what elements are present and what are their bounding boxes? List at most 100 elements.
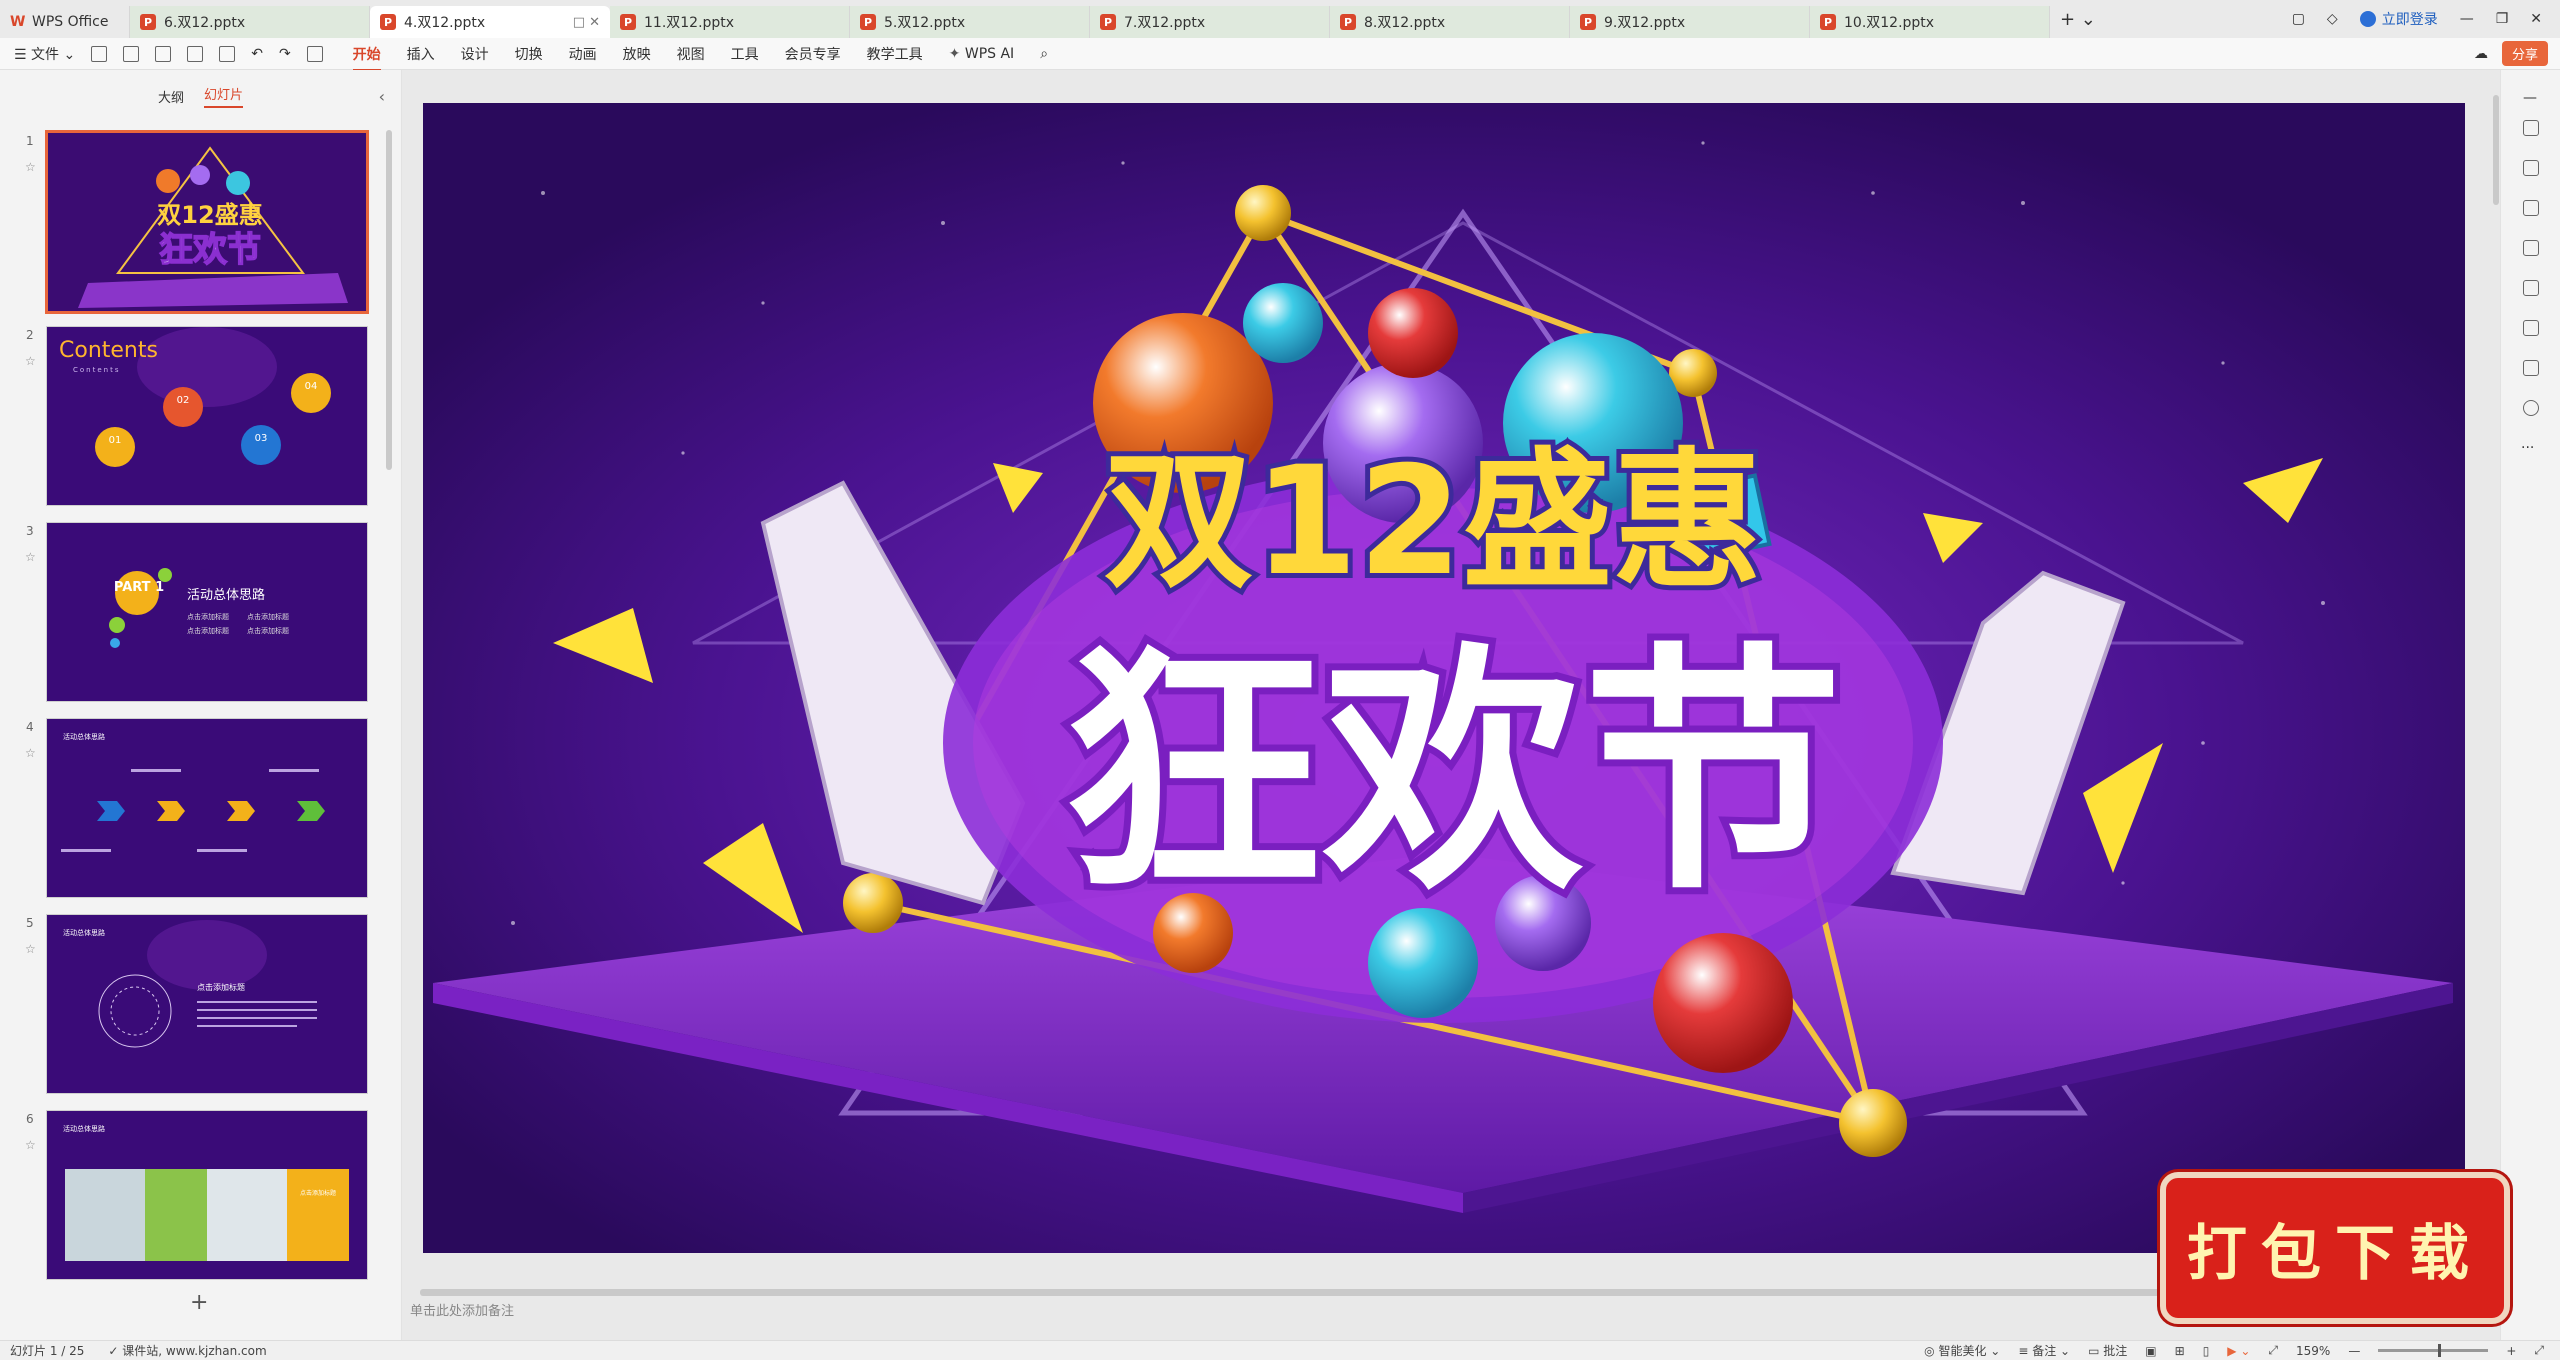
tab-doc-7[interactable]: P 10.双12.pptx <box>1810 6 2050 38</box>
comment-label: 批注 <box>2103 1344 2128 1358</box>
canvas-vscrollbar[interactable] <box>2493 95 2499 205</box>
copy-icon[interactable] <box>2523 200 2539 216</box>
slide-thumb-row[interactable]: 5 ☆ 活动总体思路 点击添加标题 <box>0 914 402 1094</box>
panel-scrollbar[interactable] <box>386 130 392 470</box>
print-icon[interactable] <box>187 45 204 62</box>
minimize-panel-icon[interactable]: — <box>2523 90 2537 106</box>
slide-thumbnail[interactable]: 双12盛惠 狂欢节 <box>45 130 369 314</box>
cube-icon[interactable]: ◇ <box>2327 11 2338 27</box>
notes-button[interactable]: ≡ 备注 ⌄ <box>2018 1342 2070 1359</box>
undo-icon[interactable]: ↶ <box>251 46 263 62</box>
file-label: 文件 <box>31 46 60 63</box>
canvas-hscrollbar[interactable] <box>420 1289 2160 1296</box>
redo-icon[interactable]: ↷ <box>279 46 291 62</box>
beautify-label: 智能美化 <box>1938 1344 1987 1358</box>
star-icon[interactable]: ☆ <box>25 354 36 368</box>
menu-design[interactable]: 设计 <box>461 44 489 64</box>
menu-home[interactable]: 开始 <box>352 44 381 71</box>
slide-number: 5 <box>26 916 34 930</box>
slide-thumbnail[interactable]: 活动总体思路 点击添加标题 <box>46 914 368 1094</box>
thumb-subtitle: 点击添加标题 <box>300 1189 336 1197</box>
file-menu[interactable]: ☰ 文件 ⌄ <box>14 44 75 64</box>
zoom-in-icon[interactable]: + <box>2506 1344 2516 1358</box>
save-icon[interactable] <box>155 45 172 62</box>
fit-icon[interactable]: ⤢ <box>2268 1343 2278 1358</box>
menu-transition[interactable]: 切换 <box>515 44 543 64</box>
fullscreen-icon[interactable]: ⤢ <box>2534 1343 2544 1358</box>
settings-sliders-icon[interactable] <box>2523 120 2539 136</box>
tab-label: 4.双12.pptx <box>404 15 486 31</box>
menu-slideshow[interactable]: 放映 <box>623 44 651 64</box>
format-painter-icon[interactable] <box>306 45 323 62</box>
login-button[interactable]: 立即登录 <box>2359 9 2438 29</box>
slide-thumbnail[interactable]: 活动总体思路 点击添加标题 <box>46 1110 368 1280</box>
slide-thumb-row[interactable]: 1 ☆ 双12盛惠 狂欢节 <box>0 130 402 314</box>
contents-num: 03 <box>255 433 268 444</box>
menu-member[interactable]: 会员专享 <box>785 44 841 64</box>
reading-view-icon[interactable]: ▯ <box>2203 1344 2210 1358</box>
menu-teaching[interactable]: 教学工具 <box>867 44 923 64</box>
image-icon[interactable] <box>2523 240 2539 256</box>
preview-icon[interactable] <box>219 45 236 62</box>
tab-doc-0[interactable]: P 6.双12.pptx <box>130 6 370 38</box>
slide-thumbnail[interactable]: 活动总体思路 <box>46 718 368 898</box>
tab-doc-6[interactable]: P 9.双12.pptx <box>1570 6 1810 38</box>
grid-view-icon[interactable]: ⊞ <box>2175 1344 2185 1358</box>
cloud-sync-icon[interactable]: ☁ <box>2474 46 2488 62</box>
slide-counter: 幻灯片 1 / 25 <box>10 1344 85 1358</box>
tab-doc-5[interactable]: P 8.双12.pptx <box>1330 6 1570 38</box>
slide-thumb-row[interactable]: 3 ☆ PART 1 活动总体思路 点击添加标题 点击添加标题 点击添加标题 点… <box>0 522 402 702</box>
star-icon[interactable]: ☆ <box>25 942 36 956</box>
tools-icon[interactable] <box>2523 280 2539 296</box>
menu-animation[interactable]: 动画 <box>569 44 597 64</box>
zoom-out-icon[interactable]: — <box>2348 1344 2360 1358</box>
new-doc-icon[interactable] <box>91 45 108 62</box>
zoom-slider[interactable] <box>2378 1344 2489 1357</box>
star-icon[interactable]: ☆ <box>25 160 36 174</box>
star-icon[interactable]: ☆ <box>25 550 36 564</box>
tab-label: 10.双12.pptx <box>1844 15 1935 31</box>
tab-outline[interactable]: 大纲 <box>158 87 184 106</box>
menu-insert[interactable]: 插入 <box>407 44 435 64</box>
add-slide-icon[interactable]: + <box>190 1290 208 1315</box>
slide-thumbnail[interactable]: PART 1 活动总体思路 点击添加标题 点击添加标题 点击添加标题 点击添加标… <box>46 522 368 702</box>
book-icon[interactable] <box>2523 320 2539 336</box>
menu-tools[interactable]: 工具 <box>731 44 759 64</box>
tab-doc-4[interactable]: P 7.双12.pptx <box>1090 6 1330 38</box>
menu-view[interactable]: 视图 <box>677 44 705 64</box>
normal-view-icon[interactable]: ▣ <box>2145 1344 2156 1358</box>
search-icon[interactable]: ⌕ <box>1040 46 1048 62</box>
notes-placeholder[interactable]: 单击此处添加备注 <box>410 1300 514 1319</box>
window-mode-icon[interactable]: ▢ <box>2292 11 2305 27</box>
slide-thumb-row[interactable]: 6 ☆ 活动总体思路 点击添加标题 <box>0 1110 402 1280</box>
open-icon[interactable] <box>123 45 140 62</box>
current-slide[interactable]: 双12盛惠 狂欢节 <box>423 103 2465 1253</box>
download-badge[interactable]: 打包下载 <box>2160 1172 2510 1324</box>
beautify-button[interactable]: ◎ 智能美化 ⌄ <box>1924 1342 2000 1359</box>
tab-doc-2[interactable]: P 11.双12.pptx <box>610 6 850 38</box>
tab-doc-3[interactable]: P 5.双12.pptx <box>850 6 1090 38</box>
new-tab-icon[interactable]: + ⌄ <box>2050 9 2106 38</box>
star-icon[interactable] <box>2523 160 2539 176</box>
slide-thumb-row[interactable]: 2 ☆ Contents Contents 01 02 03 04 <box>0 326 402 506</box>
comment-button[interactable]: ▭ 批注 <box>2088 1342 2127 1359</box>
play-icon[interactable]: ▶ ⌄ <box>2227 1344 2250 1358</box>
tab-slides[interactable]: 幻灯片 <box>204 84 244 108</box>
more-icon[interactable]: ··· <box>2521 440 2534 456</box>
restore-icon[interactable]: ❐ <box>2496 11 2509 27</box>
tab-close-icon[interactable]: □ ✕ <box>573 15 600 30</box>
minimize-icon[interactable]: — <box>2460 11 2474 27</box>
tab-doc-1[interactable]: P 4.双12.pptx □ ✕ <box>370 6 610 38</box>
zoom-level[interactable]: 159% <box>2296 1344 2330 1358</box>
slide-thumb-row[interactable]: 4 ☆ 活动总体思路 <box>0 718 402 898</box>
star-icon[interactable]: ☆ <box>25 1138 36 1152</box>
collapse-panel-icon[interactable]: ‹ <box>379 87 385 106</box>
slide-thumbnail[interactable]: Contents Contents 01 02 03 04 <box>46 326 368 506</box>
close-icon[interactable]: ✕ <box>2530 11 2542 27</box>
tab-home[interactable]: W WPS Office <box>0 6 130 38</box>
star-icon[interactable]: ☆ <box>25 746 36 760</box>
share-button[interactable]: 分享 <box>2501 41 2548 66</box>
help-icon[interactable] <box>2523 400 2539 416</box>
ai-icon[interactable] <box>2523 360 2539 376</box>
wps-ai-button[interactable]: ✦ WPS AI <box>949 46 1015 62</box>
